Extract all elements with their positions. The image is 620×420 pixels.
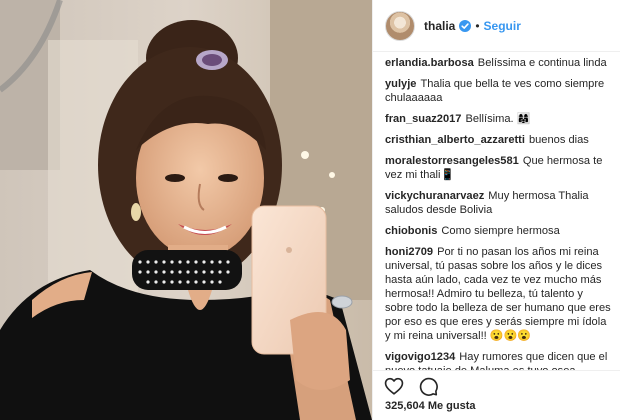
comment-item: fran_suaz2017 Bellísima. 👩‍👩‍👧 <box>385 112 612 126</box>
follow-button[interactable]: Seguir <box>484 19 521 33</box>
comment-username[interactable]: cristhian_alberto_azzaretti <box>385 134 525 146</box>
comment-text: Bellísima. 👩‍👩‍👧 <box>465 113 531 125</box>
comment-bubble-icon[interactable] <box>417 375 439 397</box>
comment-item: yulyje Thalia que bella te ves como siemp… <box>385 77 612 105</box>
comment-username[interactable]: chiobonis <box>385 225 437 237</box>
comment-text: Como siempre hermosa <box>441 225 560 237</box>
header-separator: • <box>475 18 480 33</box>
comment-username[interactable]: vigovigo1234 <box>385 351 455 363</box>
post-side-panel: thalia • Seguir erlandia.barbosa Belíssim… <box>372 0 620 420</box>
comment-username[interactable]: fran_suaz2017 <box>385 113 461 125</box>
comment-item: vickychuranarvaez Muy hermosa Thalia salu… <box>385 189 612 217</box>
comment-item: moralestorresangeles581 Que hermosa te ve… <box>385 154 612 182</box>
verified-badge-icon <box>459 19 472 32</box>
likes-count[interactable]: 325,604 Me gusta <box>373 400 620 420</box>
heart-icon[interactable] <box>383 375 405 397</box>
post-header: thalia • Seguir <box>373 0 620 52</box>
post-actions <box>373 370 620 400</box>
selfie-image <box>0 0 372 420</box>
comment-text: Por ti no pasan los años mi reina univer… <box>385 246 611 342</box>
comment-username[interactable]: moralestorresangeles581 <box>385 155 519 167</box>
post-username[interactable]: thalia <box>424 19 455 33</box>
instagram-post: thalia • Seguir erlandia.barbosa Belíssim… <box>0 0 620 420</box>
comment-item: chiobonis Como siempre hermosa <box>385 224 612 238</box>
comment-item: cristhian_alberto_azzaretti buenos dias <box>385 133 612 147</box>
comment-username[interactable]: yulyje <box>385 78 416 90</box>
comments-list[interactable]: erlandia.barbosa Belíssima e continua lin… <box>373 52 620 370</box>
comment-item: vigovigo1234 Hay rumores que dicen que el… <box>385 350 612 370</box>
comment-text: buenos dias <box>528 134 589 146</box>
comment-item: honi2709 Por ti no pasan los años mi rein… <box>385 245 612 343</box>
likes-number: 325,604 <box>385 400 425 412</box>
comment-username[interactable]: honi2709 <box>385 246 433 258</box>
comment-username[interactable]: vickychuranarvaez <box>385 190 484 202</box>
comment-item: erlandia.barbosa Belíssima e continua lin… <box>385 56 612 70</box>
comment-text: Thalia que bella te ves como siempre chu… <box>385 78 605 104</box>
comment-text: Belíssima e continua linda <box>477 57 607 69</box>
post-photo[interactable] <box>0 0 372 420</box>
avatar[interactable] <box>385 10 415 41</box>
likes-label: Me gusta <box>427 400 476 412</box>
comment-username[interactable]: erlandia.barbosa <box>385 57 474 69</box>
